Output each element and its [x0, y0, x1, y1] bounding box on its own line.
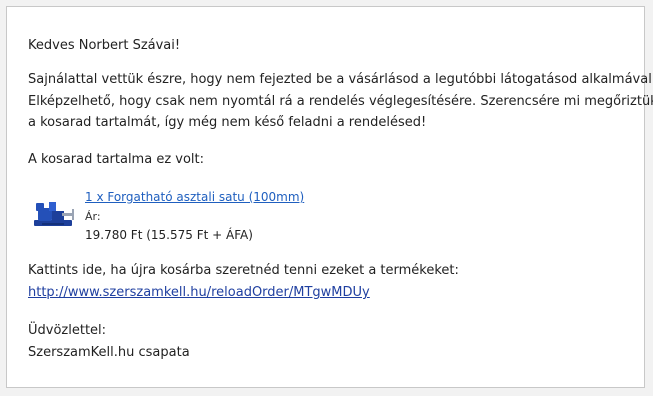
price-label: Ár:: [85, 210, 101, 223]
signoff-team: SzerszamKell.hu csapata: [28, 345, 190, 360]
signoff-line: Üdvözlettel:: [28, 323, 107, 338]
message-paragraph: Sajnálattal vettük észre, hogy nem fejez…: [28, 69, 653, 134]
paragraph-line: a kosarad tartalmát, így még nem késő fe…: [28, 115, 427, 130]
cart-product: 1 x Forgatható asztali satu (100mm) Ár: …: [28, 185, 588, 245]
reload-order-link-wrapper: http://www.szerszamkell.hu/reloadOrder/M…: [28, 285, 370, 300]
paragraph-line: Sajnálattal vettük észre, hogy nem fejez…: [28, 72, 653, 87]
product-info: 1 x Forgatható asztali satu (100mm) Ár: …: [85, 188, 304, 245]
bench-vise-icon: [32, 194, 76, 230]
reload-instruction: Kattints ide, ha újra kosárba szeretnéd …: [28, 263, 459, 278]
product-price: 19.780 Ft (15.575 Ft + ÁFA): [85, 228, 253, 242]
product-link[interactable]: 1 x Forgatható asztali satu (100mm): [85, 190, 304, 204]
cart-intro: A kosarad tartalma ez volt:: [28, 152, 205, 167]
email-frame: Kedves Norbert Szávai! Sajnálattal vettü…: [6, 6, 653, 388]
reload-order-link[interactable]: http://www.szerszamkell.hu/reloadOrder/M…: [28, 285, 370, 300]
paragraph-line: Elképzelhető, hogy csak nem nyomtál rá a…: [28, 93, 653, 109]
signoff: Üdvözlettel: SzerszamKell.hu csapata: [28, 320, 190, 364]
greeting: Kedves Norbert Szávai!: [28, 38, 181, 53]
